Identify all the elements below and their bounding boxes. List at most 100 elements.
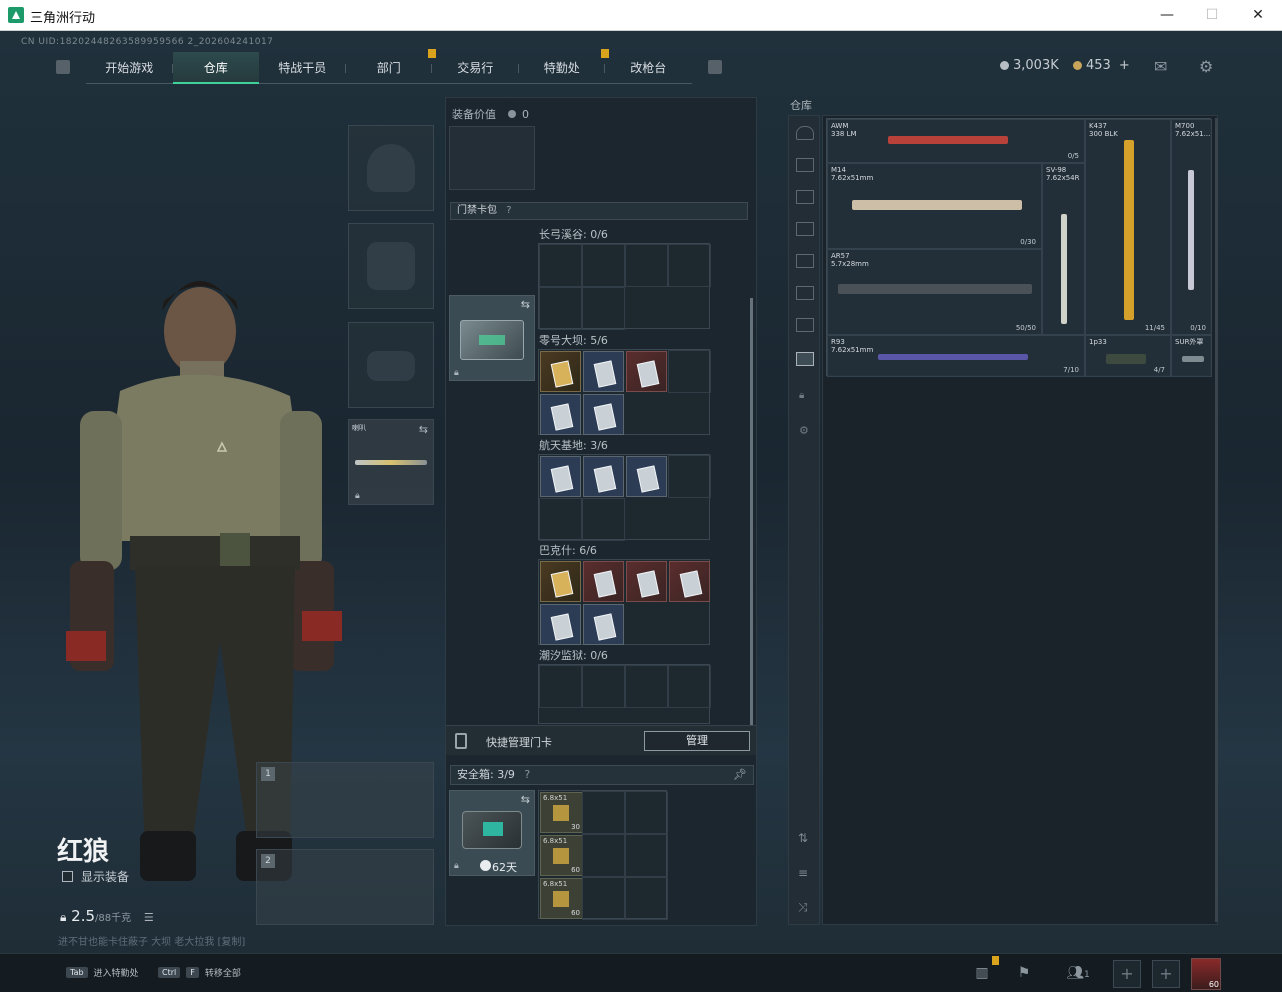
keycard[interactable] [583,561,624,602]
category-rig-icon[interactable] [796,222,814,236]
tab-trading[interactable]: 交易行 [432,52,519,84]
invite-slot-button[interactable]: + [1113,960,1141,988]
arrange-icon[interactable]: ⤨ [798,900,808,915]
quick-manage-label: 快捷管理门卡 [486,736,552,749]
show-equip-toggle[interactable]: 显示装备 [62,868,129,885]
weapon-name: SV-98 7.62x54R [1046,166,1080,182]
settings-gear-icon[interactable]: ⚙ [1199,57,1213,76]
weapon-item-1p33[interactable]: 1p33 4/7 [1085,335,1171,377]
weapon-item-m14[interactable]: M14 7.62x51mm 0/30 [827,163,1042,249]
nav-next-icon[interactable] [708,60,722,74]
keycard[interactable] [540,351,581,392]
weapon-item-awm[interactable]: AWM 338 LM 0/5 [827,119,1085,163]
tab-label: 仓库 [203,61,228,75]
minimize-button[interactable]: — [1154,4,1180,26]
category-helmet-icon[interactable] [796,126,814,140]
flag-icon[interactable]: ⚑ [1013,962,1035,984]
manage-button[interactable]: 管理 [644,731,750,751]
safebox-slot[interactable]: ⇆ 🔒︎ 62天 [449,790,535,876]
weapon-item-sv98[interactable]: SV-98 7.62x54R [1042,163,1085,335]
gold-currency[interactable]: 453 + [1073,58,1130,73]
stash-category-sidebar: 🔒︎ ⚙ ⇅ ≡ ⤨ [788,115,820,925]
pin-icon[interactable]: 📌︎ [733,766,747,784]
keycard-grid [538,454,711,541]
tab-start-game[interactable]: 开始游戏 [86,52,173,84]
mail-icon[interactable]: ✉ [1154,57,1167,76]
ammo-count: 60 [571,866,580,874]
keycard[interactable] [626,561,667,602]
keycard[interactable] [583,351,624,392]
keycard[interactable] [583,604,624,645]
ammo-item[interactable]: 6.8x51 30 [540,792,583,833]
layers-icon[interactable]: ≡ [798,866,808,880]
weapon-item-ar57[interactable]: AR57 5.7x28mm 50/50 [827,249,1042,335]
category-medical-icon[interactable] [796,286,814,300]
hint-transfer-all[interactable]: Ctrl F 转移全部 [158,966,241,979]
lock-icon[interactable]: 🔒︎ [799,390,804,401]
helmet-slot[interactable] [348,125,434,211]
keycard[interactable] [669,561,710,602]
gold-add-button[interactable]: + [1119,58,1130,73]
category-ammo-icon[interactable] [796,254,814,268]
armor-slot[interactable] [348,223,434,309]
pistol-slot[interactable] [348,322,434,408]
keycard[interactable] [540,394,581,435]
keycard[interactable] [540,456,581,497]
swap-icon[interactable]: ⇆ [419,423,428,436]
stash-scrollbar[interactable] [1215,118,1218,922]
coin-icon [507,110,516,118]
secondary-weapon-slot[interactable]: 2 [256,849,434,925]
player-avatar[interactable]: 60 [1191,958,1221,990]
primary-weapon-slot[interactable]: 1 [256,762,434,838]
keycard[interactable] [540,561,581,602]
keycard[interactable] [583,394,624,435]
maximize-button[interactable]: ☐ [1199,4,1225,26]
keycard[interactable] [540,604,581,645]
weapon-ammo-count: 11/45 [1144,324,1165,332]
stats-icon[interactable]: ▥ [971,962,993,984]
ammo-count: 60 [571,909,580,917]
help-icon[interactable]: ? [524,768,530,781]
category-armor-icon[interactable] [796,158,814,172]
tab-warehouse[interactable]: 仓库 [172,52,259,84]
keycard-scrollbar[interactable] [750,298,753,728]
close-button[interactable]: ✕ [1245,4,1271,26]
tab-department[interactable]: 部门 [346,49,436,84]
category-weapons-icon[interactable] [796,352,814,366]
swap-icon[interactable]: ⇆ [521,298,530,311]
ammo-item[interactable]: 6.8x51 60 [540,878,583,919]
nav-prev-icon[interactable] [56,60,70,74]
category-bag-icon[interactable] [796,190,814,204]
weapon-item-m700[interactable]: M700 7.62x51... 0/10 [1171,119,1212,335]
list-icon[interactable]: ☰ [144,911,154,924]
weapon-ammo-count: 4/7 [1153,366,1165,374]
keycard[interactable] [583,456,624,497]
tab-special-service[interactable]: 特勤处 [519,49,609,84]
checkbox[interactable] [62,871,73,882]
ammo-item[interactable]: 6.8x51 60 [540,835,583,876]
keycard-grid [538,349,711,435]
squad-icon[interactable]: 👥︎1 [1062,962,1094,984]
melee-slot[interactable]: 喇叭 ⇆ 🔒︎ [348,419,434,505]
help-icon[interactable]: ? [506,205,511,216]
window-titlebar: 三角洲行动 — ☐ ✕ [0,0,1282,31]
silver-currency[interactable]: 3,003K [1000,58,1059,73]
backpack-slot[interactable] [449,126,535,190]
tab-gunsmith[interactable]: 改枪台 [605,52,692,84]
invite-slot-button[interactable]: + [1152,960,1180,988]
settings-gear-icon[interactable]: ⚙ [799,424,809,437]
lock-icon: 🔒︎ [355,491,360,501]
weapon-item-r93[interactable]: R93 7.62x51mm 7/10 [827,335,1085,377]
hint-special-service[interactable]: Tab 进入特勤处 [66,966,139,979]
stash-title: 仓库 [790,99,812,112]
keycard[interactable] [626,456,667,497]
category-misc-icon[interactable] [796,318,814,332]
tab-operators[interactable]: 特战干员 [259,52,346,84]
weapon-item-k437[interactable]: K437 300 BLK 11/45 [1085,119,1171,335]
weapon-item-sur[interactable]: SUR外罩 [1171,335,1212,377]
keycard-case-slot[interactable]: ⇆ 🔒︎ [449,295,535,381]
sort-icon[interactable]: ⇅ [798,831,808,845]
swap-icon[interactable]: ⇆ [521,793,530,806]
keycard[interactable] [626,351,667,392]
weapon-name: AR57 5.7x28mm [831,252,869,268]
